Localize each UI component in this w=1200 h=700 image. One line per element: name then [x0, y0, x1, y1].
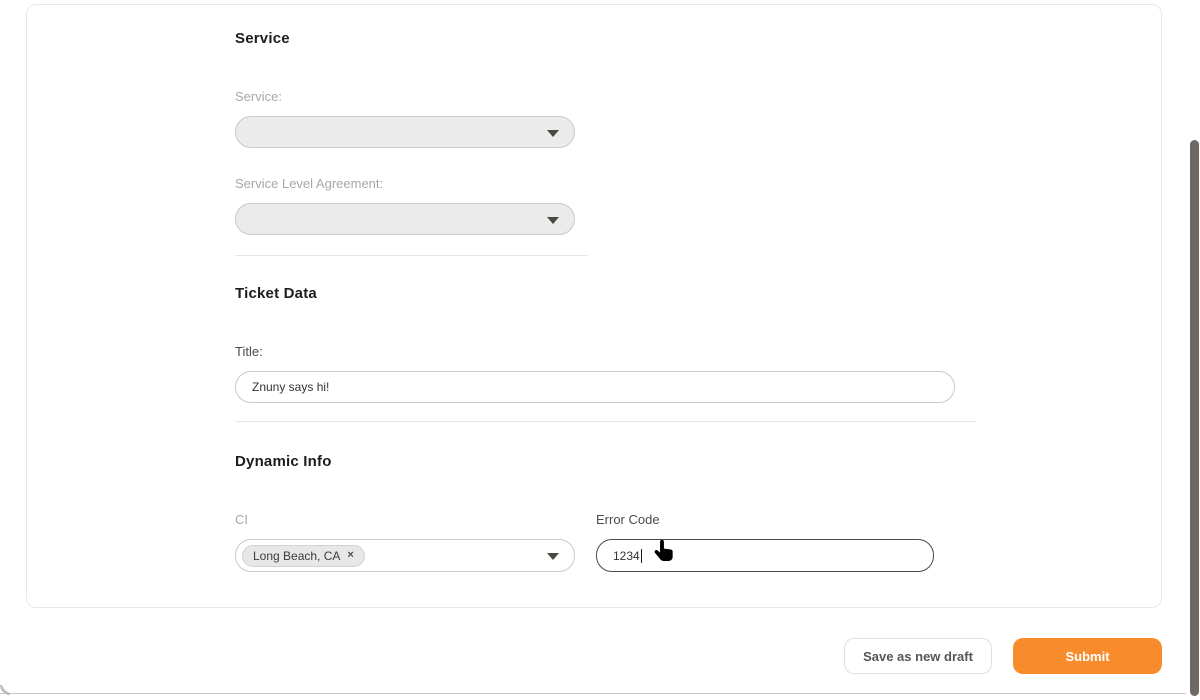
save-as-draft-button[interactable]: Save as new draft [844, 638, 992, 674]
ticket-form-card: Service Service: Service Level Agreement… [26, 4, 1162, 608]
title-input[interactable] [235, 371, 955, 403]
chevron-down-icon [547, 553, 559, 560]
hand-cursor-icon [652, 538, 678, 566]
bottom-separator [0, 693, 1200, 694]
service-label: Service: [235, 89, 282, 104]
ticket-form-page: Service Service: Service Level Agreement… [0, 0, 1200, 700]
sla-label: Service Level Agreement: [235, 176, 383, 191]
tag-remove-icon[interactable]: × [347, 550, 353, 561]
error-code-label: Error Code [596, 512, 660, 527]
footer-actions: Save as new draft Submit [0, 638, 1162, 674]
submit-button[interactable]: Submit [1013, 638, 1162, 674]
text-caret [641, 549, 642, 563]
error-code-value: 1234 [613, 549, 640, 563]
service-section-heading: Service [235, 30, 290, 47]
ticket-data-section-heading: Ticket Data [235, 285, 317, 302]
ticket-data-section-divider [235, 421, 976, 422]
chevron-down-icon [547, 217, 559, 224]
ci-tag-label: Long Beach, CA [253, 549, 340, 563]
service-select[interactable] [235, 116, 575, 148]
sla-select[interactable] [235, 203, 575, 235]
chevron-down-icon [547, 130, 559, 137]
ci-tag: Long Beach, CA × [242, 545, 365, 567]
dynamic-info-section-heading: Dynamic Info [235, 453, 332, 470]
ci-multiselect[interactable]: Long Beach, CA × [235, 539, 575, 572]
error-code-input[interactable]: 1234 [596, 539, 934, 572]
ci-label: CI [235, 512, 248, 527]
title-label: Title: [235, 344, 263, 359]
scrollbar-thumb[interactable] [1190, 140, 1199, 696]
service-section-divider [235, 255, 588, 256]
